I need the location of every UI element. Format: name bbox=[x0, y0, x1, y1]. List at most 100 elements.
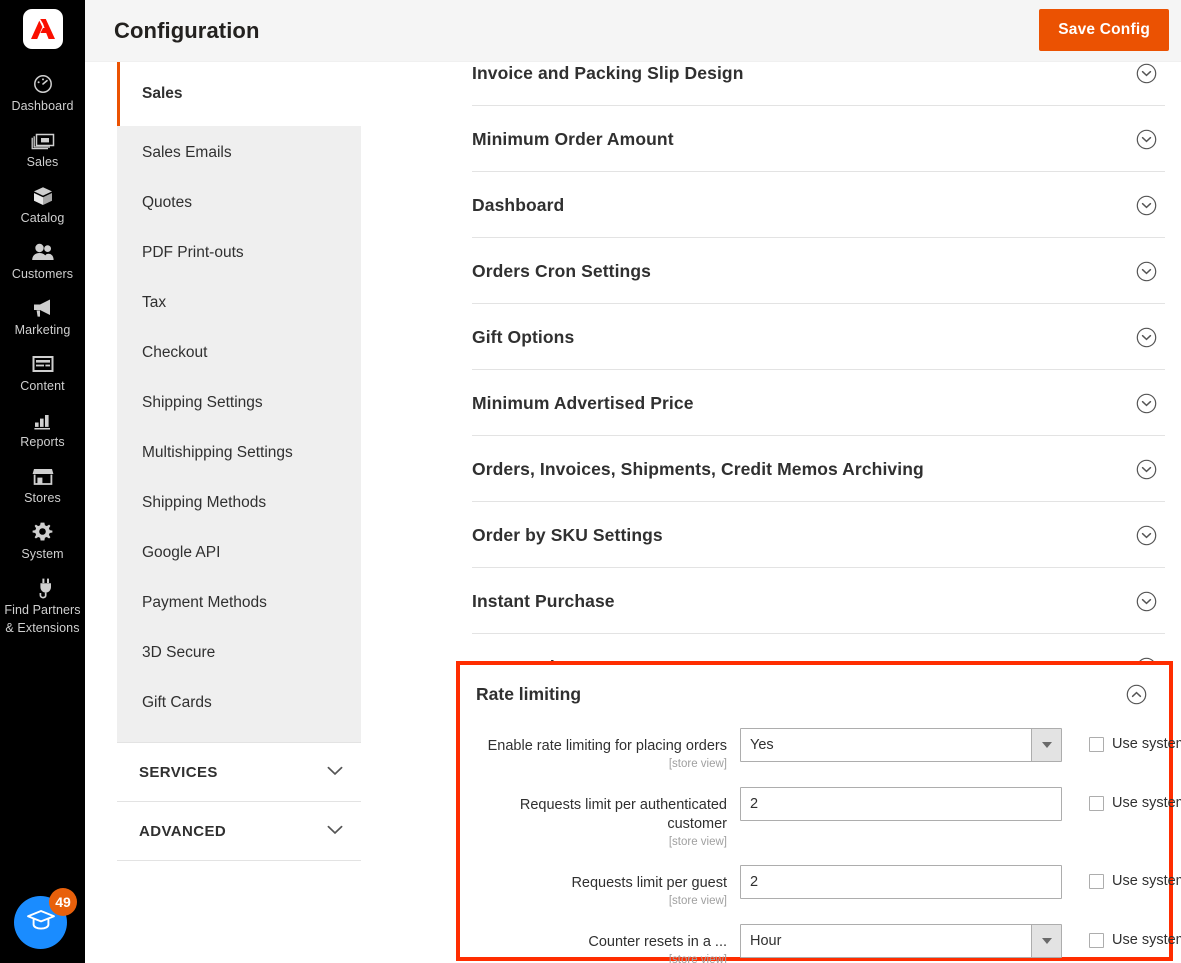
reports-bars-icon bbox=[30, 408, 56, 432]
sidebar-item-marketing[interactable]: Marketing bbox=[0, 289, 85, 345]
field-control bbox=[740, 865, 1062, 899]
config-section-title: Order by SKU Settings bbox=[472, 525, 663, 546]
marketing-megaphone-icon bbox=[30, 296, 56, 320]
config-nav-item-pdf-print-outs[interactable]: PDF Print-outs bbox=[117, 228, 361, 278]
rate-limiting-header[interactable]: Rate limiting bbox=[460, 665, 1169, 722]
config-nav-item-3d-secure[interactable]: 3D Secure bbox=[117, 628, 361, 678]
use-system-value-requests-limit-guest[interactable]: Use system value bbox=[1062, 865, 1181, 889]
use-system-value-label: Use system value bbox=[1112, 736, 1181, 752]
page-body: Sales Sales Emails Quotes PDF Print-outs… bbox=[85, 0, 1181, 963]
config-section-order-by-sku-settings[interactable]: Order by SKU Settings bbox=[472, 502, 1165, 568]
use-system-value-checkbox[interactable] bbox=[1089, 933, 1104, 948]
config-nav-item-multishipping-settings[interactable]: Multishipping Settings bbox=[117, 428, 361, 478]
config-nav-item-shipping-settings[interactable]: Shipping Settings bbox=[117, 378, 361, 428]
content-page-icon bbox=[30, 352, 56, 376]
sidebar-item-find-partners-extensions[interactable]: Find Partners & Extensions bbox=[0, 569, 85, 644]
sidebar-item-reports[interactable]: Reports bbox=[0, 401, 85, 457]
chevron-down-icon bbox=[1135, 326, 1157, 348]
config-section-instant-purchase[interactable]: Instant Purchase bbox=[472, 568, 1165, 634]
sidebar-item-label: Marketing bbox=[15, 323, 71, 337]
config-nav-item-shipping-methods[interactable]: Shipping Methods bbox=[117, 478, 361, 528]
sidebar-item-label: Customers bbox=[12, 267, 73, 281]
config-section-title: Minimum Order Amount bbox=[472, 129, 674, 150]
sidebar-item-content[interactable]: Content bbox=[0, 345, 85, 401]
plug-icon bbox=[30, 576, 56, 600]
config-nav-item-quotes[interactable]: Quotes bbox=[117, 178, 361, 228]
config-section-minimum-advertised-price[interactable]: Minimum Advertised Price bbox=[472, 370, 1165, 436]
chevron-down-icon bbox=[1135, 128, 1157, 150]
chevron-down-icon[interactable] bbox=[1031, 729, 1061, 761]
field-label-text: Requests limit per guest bbox=[571, 875, 727, 891]
config-nav-item-sales[interactable]: Sales bbox=[117, 62, 361, 126]
config-nav-section-services[interactable]: SERVICES bbox=[117, 742, 361, 801]
page-header: Configuration Save Config bbox=[85, 0, 1181, 62]
counter-resets-select[interactable] bbox=[740, 924, 1062, 958]
chevron-down-icon[interactable] bbox=[1031, 925, 1061, 957]
enable-rate-limiting-select[interactable] bbox=[740, 728, 1062, 762]
use-system-value-label: Use system value bbox=[1112, 795, 1181, 811]
config-nav-item-tax[interactable]: Tax bbox=[117, 278, 361, 328]
sidebar-item-dashboard[interactable]: Dashboard bbox=[0, 65, 85, 121]
admin-sidebar: Dashboard Sales Catalog Customers bbox=[0, 0, 85, 963]
config-nav-active-label: Sales bbox=[142, 85, 183, 102]
use-system-value-label: Use system value bbox=[1112, 873, 1181, 889]
config-section-gift-options[interactable]: Gift Options bbox=[472, 304, 1165, 370]
stores-shop-icon bbox=[30, 464, 56, 488]
rate-limiting-section: Rate limiting Enable rate limiting for p… bbox=[456, 661, 1173, 961]
use-system-value-requests-limit-authenticated[interactable]: Use system value bbox=[1062, 787, 1181, 811]
adobe-logo[interactable] bbox=[23, 9, 63, 49]
use-system-value-counter-resets[interactable]: Use system value bbox=[1062, 924, 1181, 948]
use-system-value-enable-rate-limiting[interactable]: Use system value bbox=[1062, 728, 1181, 752]
sidebar-item-label: Reports bbox=[20, 435, 64, 449]
config-nav-item-sales-emails[interactable]: Sales Emails bbox=[117, 128, 361, 178]
sidebar-item-customers[interactable]: Customers bbox=[0, 233, 85, 289]
field-label: Counter resets in a ... [store view] bbox=[460, 924, 740, 963]
field-enable-rate-limiting: Enable rate limiting for placing orders … bbox=[460, 728, 1169, 787]
use-system-value-checkbox[interactable] bbox=[1089, 874, 1104, 889]
config-nav-section-label: ADVANCED bbox=[139, 823, 226, 840]
config-nav-item-gift-cards[interactable]: Gift Cards bbox=[117, 678, 361, 728]
sidebar-item-label: Sales bbox=[27, 155, 59, 169]
use-system-value-checkbox[interactable] bbox=[1089, 796, 1104, 811]
counter-resets-select-value[interactable] bbox=[740, 924, 1062, 958]
config-section-title: Orders Cron Settings bbox=[472, 261, 651, 282]
field-control bbox=[740, 787, 1062, 821]
config-section-orders-cron-settings[interactable]: Orders Cron Settings bbox=[472, 238, 1165, 304]
config-section-minimum-order-amount[interactable]: Minimum Order Amount bbox=[472, 106, 1165, 172]
config-section-orders-invoices-shipments-credit-memos-archiving[interactable]: Orders, Invoices, Shipments, Credit Memo… bbox=[472, 436, 1165, 502]
sidebar-item-system[interactable]: System bbox=[0, 513, 85, 569]
config-section-dashboard[interactable]: Dashboard bbox=[472, 172, 1165, 238]
chevron-up-icon[interactable] bbox=[1125, 683, 1147, 705]
config-nav-item-checkout[interactable]: Checkout bbox=[117, 328, 361, 378]
sidebar-item-label-line2: & Extensions bbox=[5, 621, 79, 636]
sidebar-item-catalog[interactable]: Catalog bbox=[0, 177, 85, 233]
save-config-button[interactable]: Save Config bbox=[1039, 9, 1169, 51]
config-section-title: Instant Purchase bbox=[472, 591, 615, 612]
sidebar-item-sales[interactable]: Sales bbox=[0, 121, 85, 177]
enable-rate-limiting-select-value[interactable] bbox=[740, 728, 1062, 762]
requests-limit-authenticated-input[interactable] bbox=[740, 787, 1062, 821]
field-counter-resets: Counter resets in a ... [store view] bbox=[460, 924, 1169, 963]
field-requests-limit-guest: Requests limit per guest [store view] Us… bbox=[460, 865, 1169, 924]
sidebar-item-stores[interactable]: Stores bbox=[0, 457, 85, 513]
config-section-title: Dashboard bbox=[472, 195, 564, 216]
config-section-title: Minimum Advertised Price bbox=[472, 393, 694, 414]
learning-badge[interactable]: 49 bbox=[14, 896, 67, 949]
sidebar-item-label: Dashboard bbox=[11, 99, 73, 113]
config-nav-item-payment-methods[interactable]: Payment Methods bbox=[117, 578, 361, 628]
chevron-down-icon bbox=[1135, 524, 1157, 546]
use-system-value-label: Use system value bbox=[1112, 932, 1181, 948]
field-label-text: Counter resets in a ... bbox=[588, 934, 727, 950]
config-nav-section-label: SERVICES bbox=[139, 764, 218, 781]
requests-limit-guest-input[interactable] bbox=[740, 865, 1062, 899]
rate-limiting-title: Rate limiting bbox=[476, 684, 581, 705]
config-nav-item-google-api[interactable]: Google API bbox=[117, 528, 361, 578]
config-nav-section-advanced[interactable]: ADVANCED bbox=[117, 801, 361, 861]
sidebar-item-label: System bbox=[21, 547, 63, 561]
chevron-down-icon bbox=[327, 763, 343, 781]
dashboard-gauge-icon bbox=[30, 72, 56, 96]
field-scope: [store view] bbox=[460, 836, 727, 848]
rate-limiting-fields: Enable rate limiting for placing orders … bbox=[460, 722, 1169, 963]
use-system-value-checkbox[interactable] bbox=[1089, 737, 1104, 752]
chevron-down-icon bbox=[1135, 62, 1157, 84]
